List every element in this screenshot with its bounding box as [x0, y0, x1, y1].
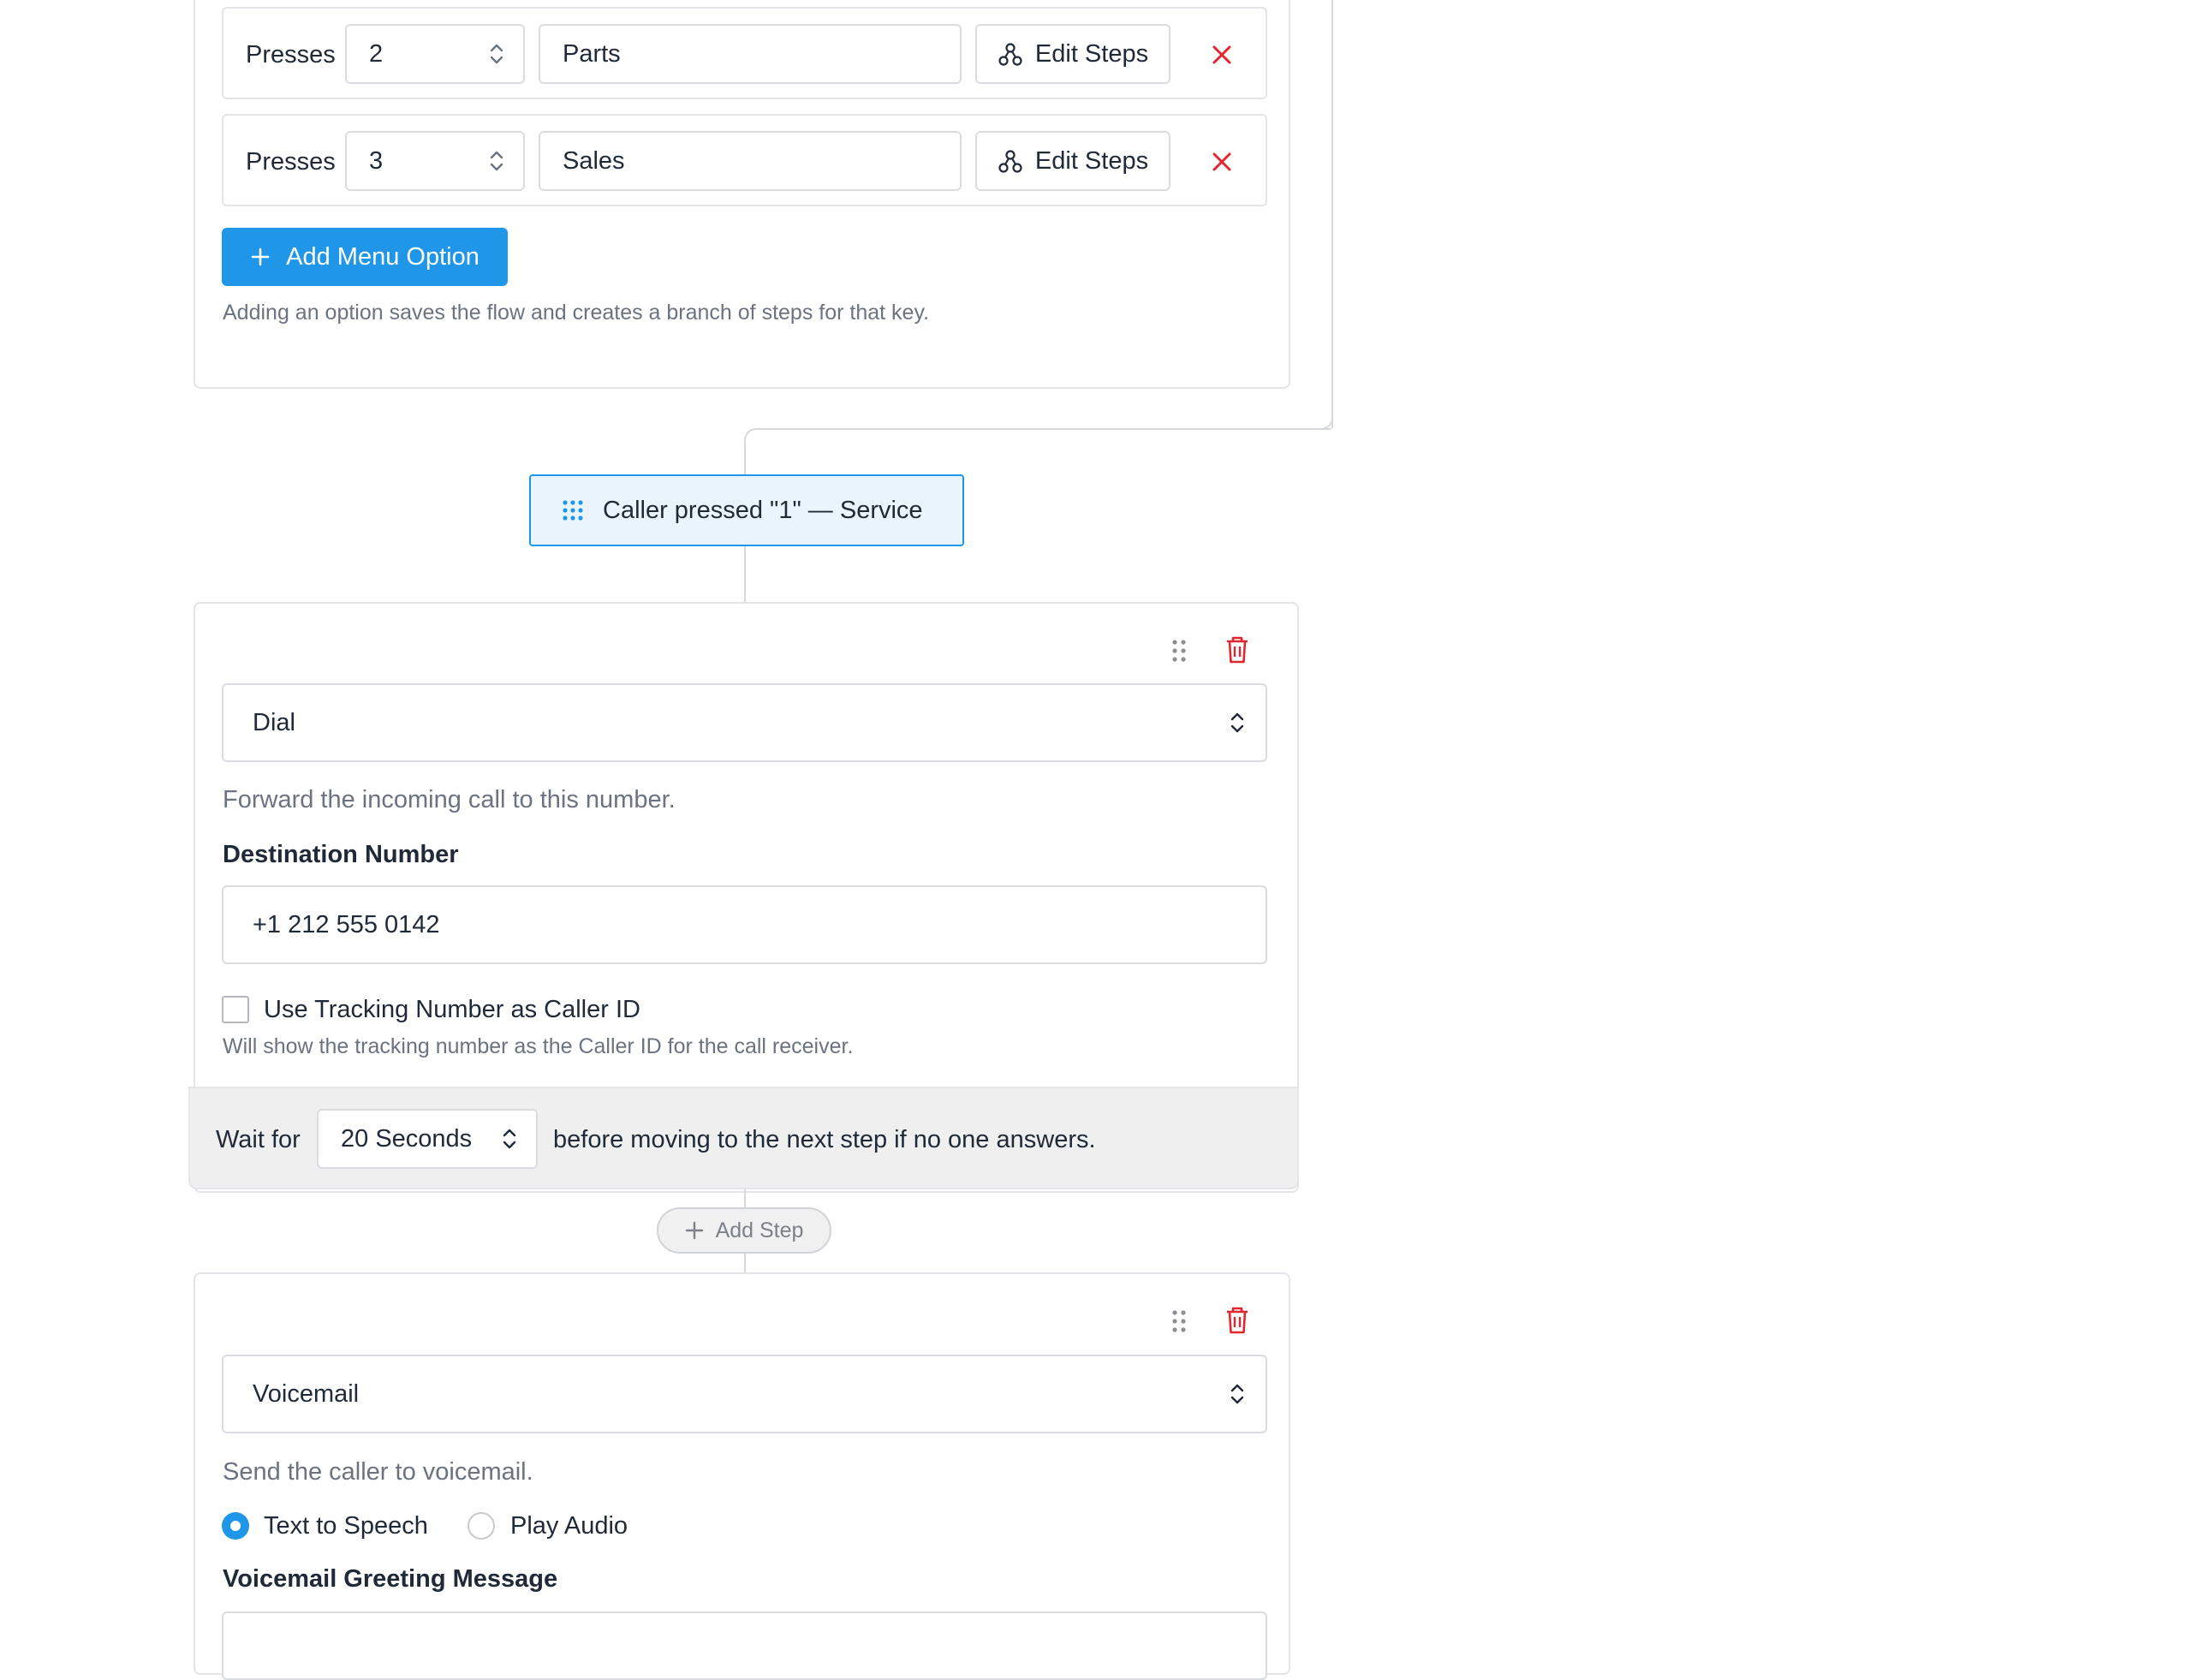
step-type-select[interactable]: Dial: [222, 683, 1267, 762]
remove-option-icon[interactable]: [1210, 43, 1234, 67]
add-menu-option-button[interactable]: Add Menu Option: [222, 228, 508, 286]
flow-branch-icon: [998, 150, 1022, 173]
branch-label-text: Caller pressed "1" — Service: [603, 496, 923, 524]
drag-handle-icon[interactable]: [1171, 639, 1187, 663]
add-step-label: Add Step: [715, 1218, 804, 1242]
menu-option-key-stepper[interactable]: 3: [345, 131, 525, 191]
menu-option-prefix: Presses: [246, 148, 336, 176]
play-audio-radio[interactable]: [468, 1512, 495, 1540]
edit-steps-button[interactable]: Edit Steps: [975, 24, 1170, 84]
menu-option-label-value: Sales: [563, 146, 625, 175]
menu-option-row: Presses 3 Sales Edit Steps: [222, 114, 1267, 206]
branch-connector-down: [744, 440, 746, 474]
plus-icon: [251, 247, 270, 266]
menu-option-label-input[interactable]: Sales: [539, 131, 962, 191]
wait-prefix: Wait for: [216, 1126, 301, 1153]
wait-duration-select[interactable]: 20 Seconds: [317, 1109, 538, 1169]
branch-label[interactable]: Caller pressed "1" — Service: [529, 474, 964, 546]
menu-option-key-value: 3: [369, 146, 384, 175]
menu-option-key-stepper[interactable]: 2: [345, 24, 525, 84]
branch-connector-bottom: [758, 428, 1331, 430]
voicemail-greeting-textarea[interactable]: [222, 1611, 1267, 1680]
select-chevrons-icon: [503, 1129, 516, 1149]
add-menu-option-label: Add Menu Option: [286, 242, 480, 271]
step-description: Send the caller to voicemail.: [223, 1458, 533, 1486]
destination-number-value: +1 212 555 0142: [253, 910, 440, 938]
add-step-button[interactable]: Add Step: [657, 1207, 831, 1254]
menu-option-row: Presses 2 Parts Edit Steps: [222, 7, 1267, 99]
add-menu-option-hint: Adding an option saves the flow and crea…: [223, 301, 930, 325]
tracking-caller-id-label[interactable]: Use Tracking Number as Caller ID: [264, 998, 640, 1022]
step-description: Forward the incoming call to this number…: [223, 786, 676, 813]
flow-branch-icon: [998, 43, 1022, 66]
branch-connector-right: [1331, 0, 1333, 428]
select-chevrons-icon: [1230, 1384, 1244, 1404]
connector-line: [744, 1189, 746, 1208]
plus-icon: [685, 1221, 703, 1240]
trash-icon[interactable]: [1224, 635, 1250, 664]
step-type-value: Dial: [253, 708, 295, 736]
step-type-select[interactable]: Voicemail: [222, 1355, 1267, 1433]
select-chevrons-icon: [1230, 712, 1244, 733]
text-to-speech-radio[interactable]: [222, 1512, 249, 1540]
edit-steps-label: Edit Steps: [1034, 39, 1149, 68]
menu-option-label-value: Parts: [563, 39, 621, 68]
stepper-chevrons-icon: [490, 44, 503, 64]
wait-duration-value: 20 Seconds: [341, 1124, 473, 1153]
edit-steps-label: Edit Steps: [1034, 146, 1149, 175]
menu-option-prefix: Presses: [246, 41, 336, 69]
edit-steps-button[interactable]: Edit Steps: [975, 131, 1170, 191]
drag-grid-icon: [563, 500, 583, 521]
menu-option-key-value: 2: [369, 39, 384, 68]
stepper-chevrons-icon: [490, 151, 503, 171]
wait-suffix: before moving to the next step if no one…: [553, 1126, 1096, 1153]
tracking-caller-id-checkbox[interactable]: [222, 996, 249, 1023]
menu-option-label-input[interactable]: Parts: [539, 24, 962, 84]
step-type-value: Voicemail: [253, 1379, 360, 1408]
connector-line: [744, 546, 746, 603]
drag-handle-icon[interactable]: [1171, 1309, 1187, 1333]
branch-connector-corner-left: [744, 428, 758, 442]
voicemail-greeting-label: Voicemail Greeting Message: [223, 1565, 558, 1593]
text-to-speech-label[interactable]: Text to Speech: [264, 1514, 428, 1539]
wait-timeout-bar: Wait for 20 Seconds before moving to the…: [188, 1087, 1299, 1189]
destination-number-input[interactable]: +1 212 555 0142: [222, 885, 1267, 964]
trash-icon[interactable]: [1224, 1306, 1250, 1335]
play-audio-label[interactable]: Play Audio: [510, 1514, 628, 1539]
tracking-caller-id-hint: Will show the tracking number as the Cal…: [223, 1034, 854, 1058]
remove-option-icon[interactable]: [1210, 150, 1234, 174]
connector-line: [744, 1254, 746, 1272]
destination-number-label: Destination Number: [223, 841, 459, 868]
